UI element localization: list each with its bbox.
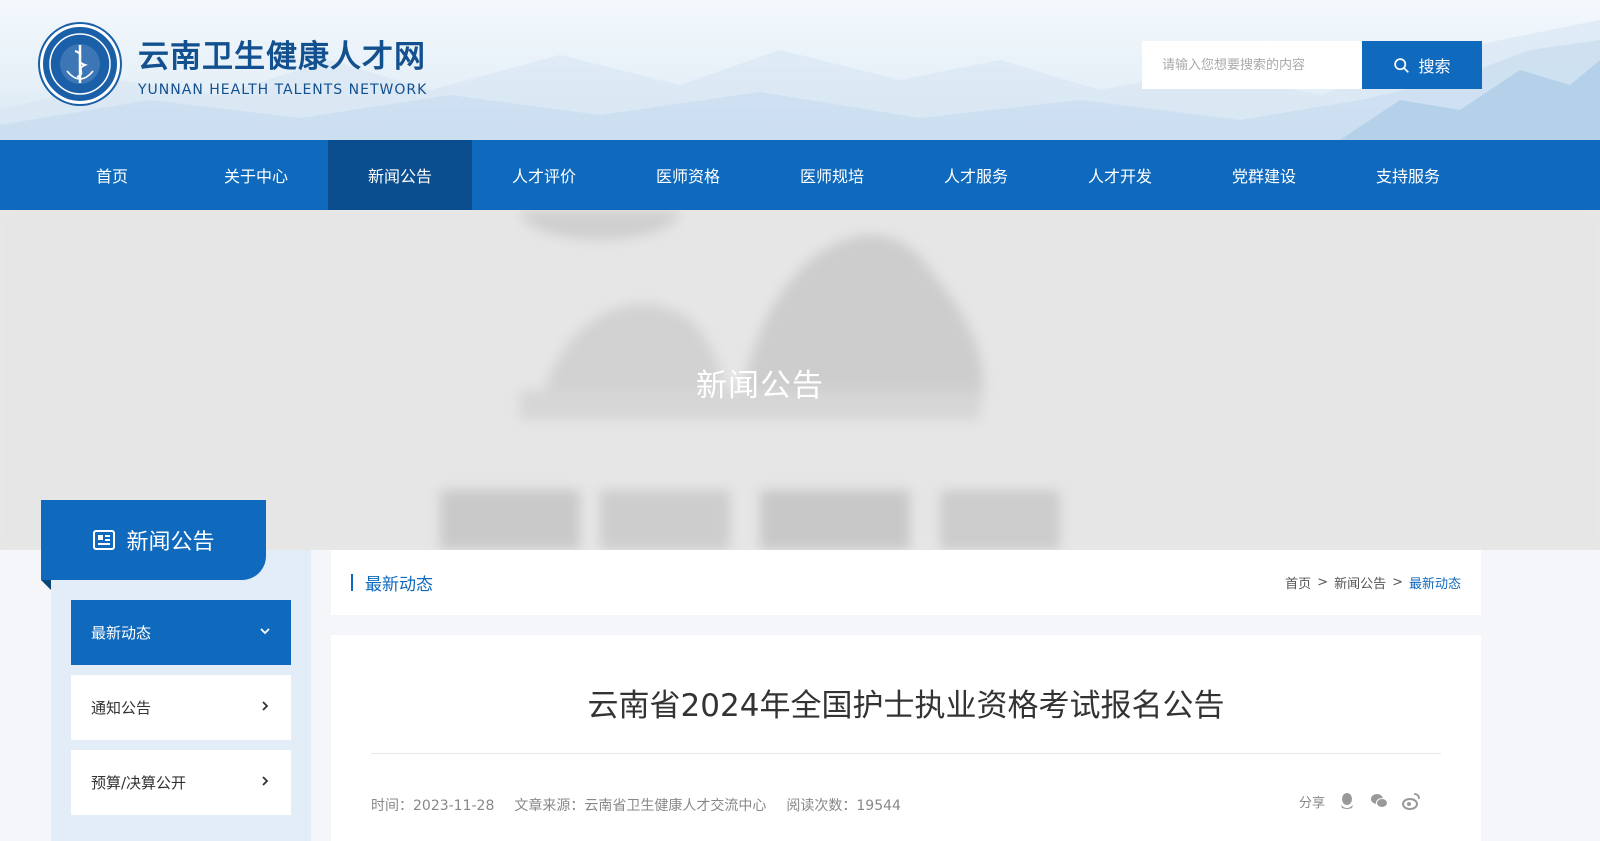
article-divider: [371, 753, 1441, 754]
sidebar-item-budget[interactable]: 预算/决算公开: [71, 750, 291, 815]
nav-item-physician-training[interactable]: 医师规培: [760, 140, 904, 210]
sidebar-item-label: 最新动态: [91, 624, 152, 642]
nav-item-about[interactable]: 关于中心: [184, 140, 328, 210]
section-title: 最新动态: [351, 570, 433, 595]
page-banner: 新闻公告: [0, 210, 1600, 550]
breadcrumb-bar: 最新动态 首页 > 新闻公告 > 最新动态: [331, 550, 1481, 615]
site-header: 云南卫生健康人才网 YUNNAN HEALTH TALENTS NETWORK …: [0, 0, 1600, 140]
chevron-down-icon: [259, 625, 271, 641]
site-name: 云南卫生健康人才网: [138, 38, 426, 75]
article-views: 阅读次数：19544: [786, 798, 901, 814]
nav-item-talent-evaluation[interactable]: 人才评价: [472, 140, 616, 210]
article-source: 文章来源：云南省卫生健康人才交流中心: [514, 798, 767, 814]
news-icon: [93, 530, 116, 550]
nav-item-home[interactable]: 首页: [40, 140, 184, 210]
nav-item-news[interactable]: 新闻公告: [328, 140, 472, 210]
banner-title: 新闻公告: [696, 368, 824, 404]
sidebar-heading-label: 新闻公告: [126, 530, 215, 555]
chevron-right-icon: [259, 700, 271, 716]
section-title-marker: [351, 574, 353, 591]
wechat-icon[interactable]: [1369, 791, 1389, 811]
sidebar-item-notices[interactable]: 通知公告: [71, 675, 291, 740]
sidebar-item-label: 通知公告: [91, 699, 152, 717]
main-nav: 首页 关于中心 新闻公告 人才评价 医师资格 医师规培 人才服务 人才开发 党群…: [0, 140, 1600, 210]
search-input[interactable]: [1142, 41, 1362, 89]
organization-seal-icon: [40, 24, 120, 104]
nav-item-talent-development[interactable]: 人才开发: [1048, 140, 1192, 210]
share-bar: 分享: [1299, 791, 1421, 811]
breadcrumb: 首页 > 新闻公告 > 最新动态: [1285, 573, 1461, 592]
weibo-icon[interactable]: [1401, 791, 1421, 811]
breadcrumb-home[interactable]: 首页: [1285, 573, 1311, 592]
chevron-right-icon: [259, 775, 271, 791]
search-button-label: 搜索: [1418, 57, 1451, 76]
nav-item-party-building[interactable]: 党群建设: [1192, 140, 1336, 210]
article-panel: 云南省2024年全国护士执业资格考试报名公告 时间：2023-11-28 文章来…: [331, 635, 1481, 841]
sidebar-heading: 新闻公告: [41, 500, 266, 590]
breadcrumb-separator: >: [1317, 575, 1329, 590]
nav-item-support-service[interactable]: 支持服务: [1336, 140, 1480, 210]
search-button[interactable]: 搜索: [1362, 41, 1482, 89]
qq-icon[interactable]: [1337, 791, 1357, 811]
sidebar-item-latest-news[interactable]: 最新动态: [71, 600, 291, 665]
site-name-english: YUNNAN HEALTH TALENTS NETWORK: [138, 81, 428, 98]
sidebar-item-label: 预算/决算公开: [91, 774, 187, 792]
nav-item-talent-service[interactable]: 人才服务: [904, 140, 1048, 210]
breadcrumb-current[interactable]: 最新动态: [1409, 573, 1461, 592]
breadcrumb-news[interactable]: 新闻公告: [1334, 573, 1386, 592]
site-logo[interactable]: 云南卫生健康人才网 YUNNAN HEALTH TALENTS NETWORK: [40, 24, 427, 104]
search-bar: 搜索: [1142, 41, 1482, 89]
article-date: 时间：2023-11-28: [371, 798, 495, 814]
section-title-label: 最新动态: [365, 575, 433, 595]
breadcrumb-separator: >: [1392, 575, 1403, 590]
article-meta: 时间：2023-11-28 文章来源：云南省卫生健康人才交流中心 阅读次数：19…: [371, 795, 901, 815]
sidebar-panel: 最新动态 通知公告 预算/决算公开: [51, 550, 311, 841]
nav-item-physician-qualification[interactable]: 医师资格: [616, 140, 760, 210]
article-title: 云南省2024年全国护士执业资格考试报名公告: [587, 688, 1225, 724]
search-icon: [1394, 57, 1410, 73]
share-label: 分享: [1298, 795, 1325, 811]
